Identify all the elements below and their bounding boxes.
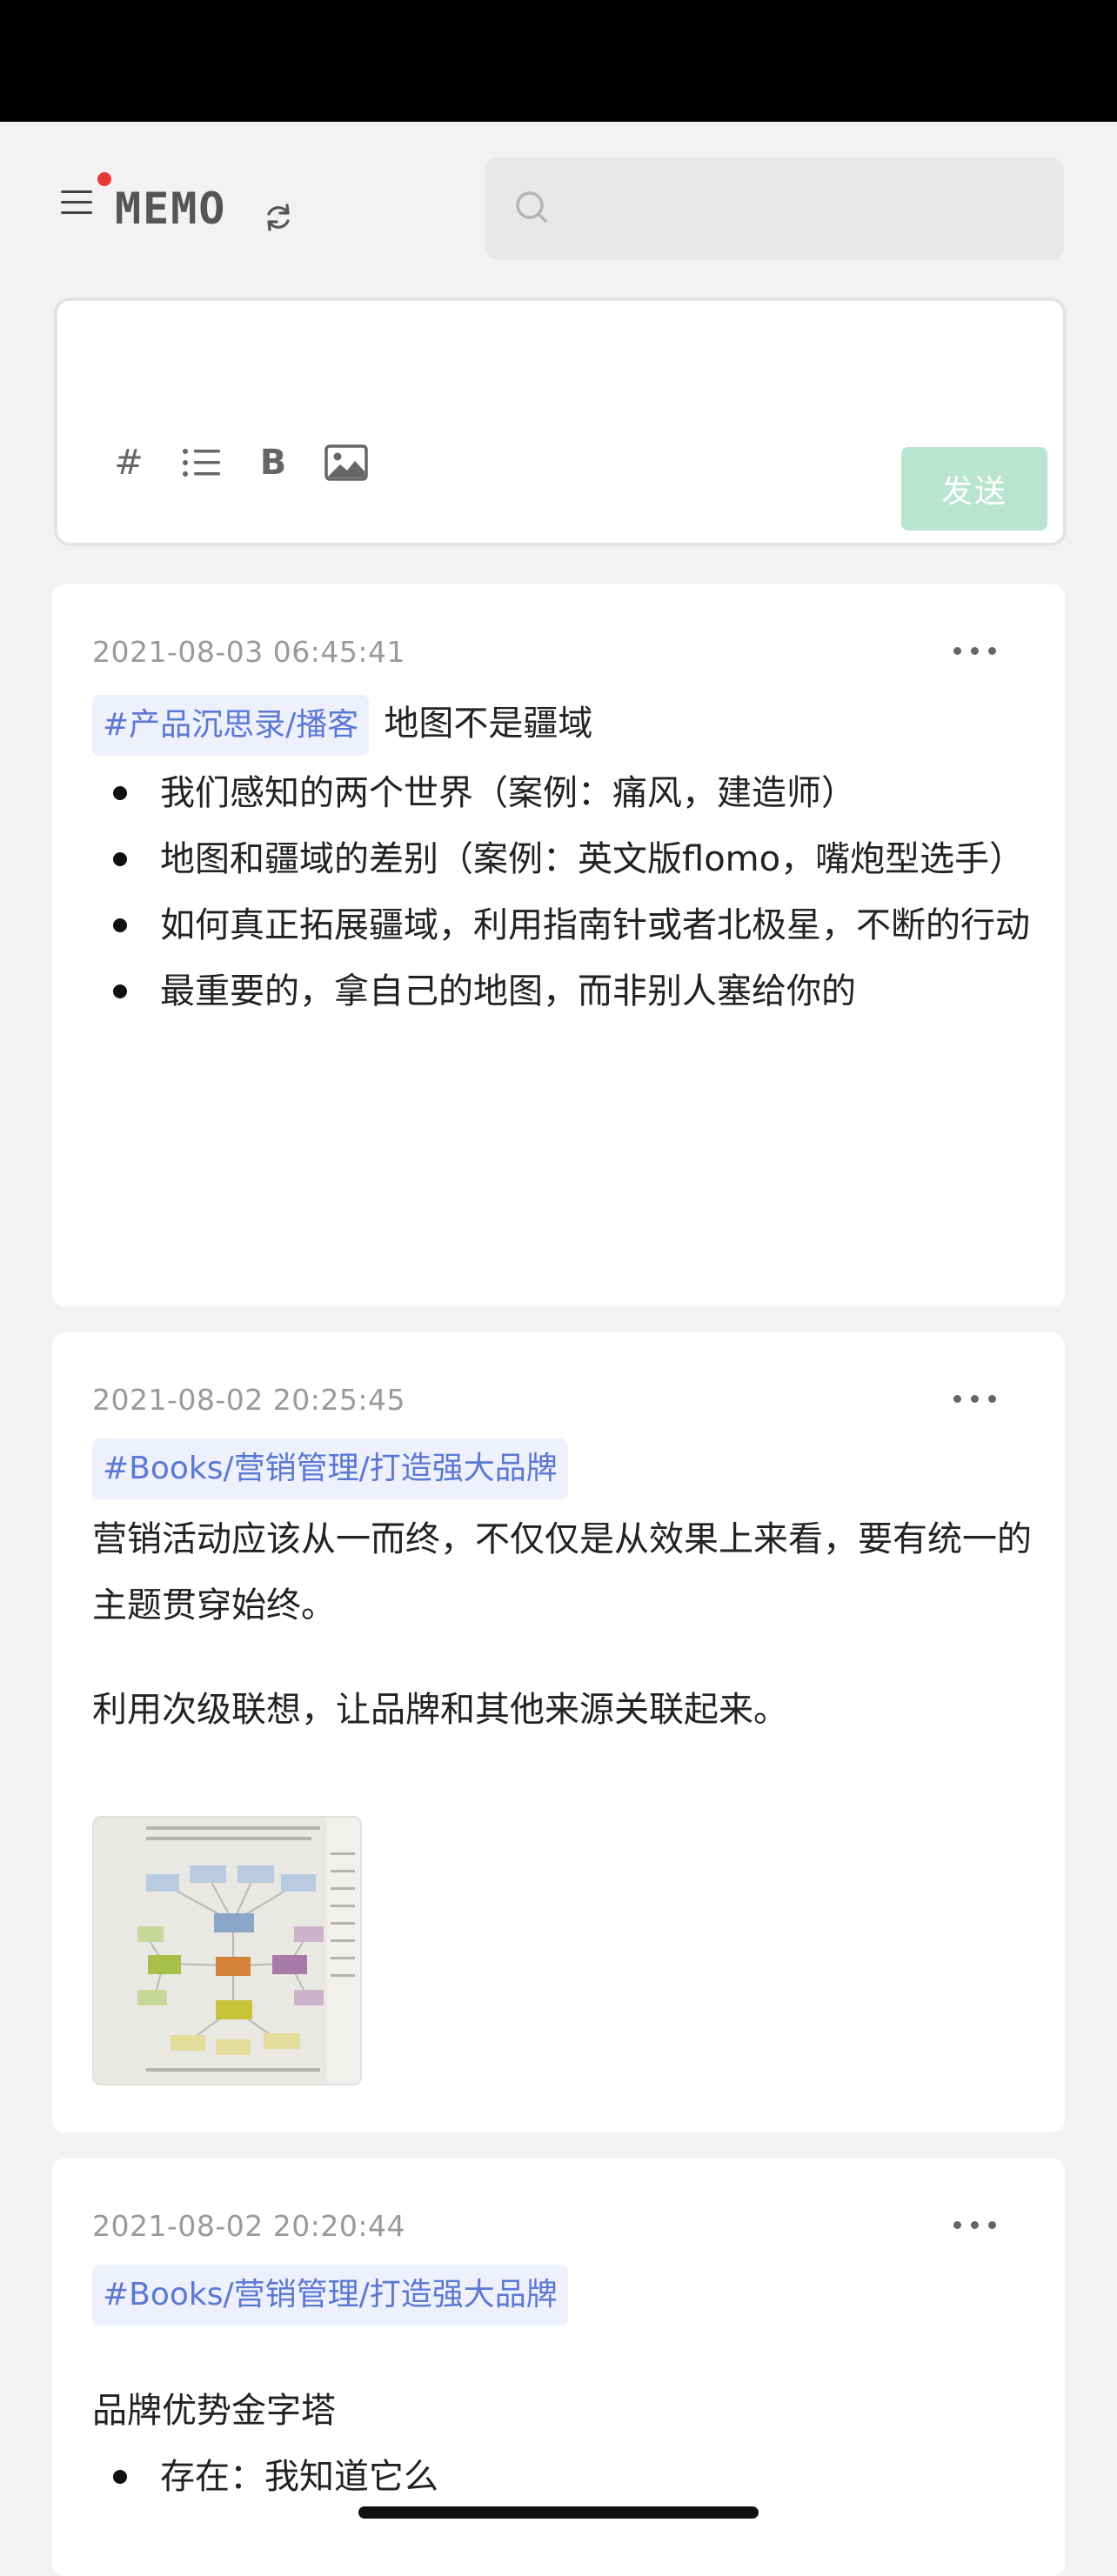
memo-heading: 品牌优势金字塔 <box>92 2391 336 2431</box>
list-item: 最重要的，拿自己的地图，而非别人塞给你的 <box>92 958 1032 1024</box>
memo-tag[interactable]: #Books/营销管理/打造强大品牌 <box>92 1438 568 1499</box>
memo-image-thumbnail[interactable] <box>92 1816 362 2085</box>
more-icon[interactable] <box>945 2209 1011 2239</box>
send-button[interactable]: 发送 <box>901 447 1047 531</box>
image-icon <box>324 444 368 481</box>
memo-bullet-list: 我们感知的两个世界（案例：痛风，建造师） 地图和疆域的差别（案例：英文版flom… <box>92 760 1032 1024</box>
hashtag-button[interactable]: # <box>103 437 155 489</box>
list-button[interactable] <box>176 437 228 489</box>
search-bar[interactable] <box>485 157 1064 260</box>
search-input[interactable] <box>564 175 1037 244</box>
memo-content: #Books/营销管理/打造强大品牌 品牌优势金字塔 存在：我知道它么 <box>92 2265 1032 2510</box>
memo-content: #Books/营销管理/打造强大品牌 营销活动应该从一而终，不仅仅是从效果上来看… <box>92 1438 1032 1743</box>
list-item: 如何真正拓展疆域，利用指南针或者北极星，不断的行动 <box>92 892 1032 958</box>
more-icon[interactable] <box>945 1383 1011 1412</box>
memo-paragraph: 利用次级联想，让品牌和其他来源关联起来。 <box>92 1690 788 1730</box>
memo-card: 2021-08-02 20:25:45 #Books/营销管理/打造强大品牌 营… <box>52 1332 1065 2132</box>
memo-bullet-list: 存在：我知道它么 <box>92 2444 1032 2510</box>
notification-dot <box>97 172 111 186</box>
memo-card: 2021-08-03 06:45:41 #产品沉思录/播客 地图不是疆域 我们感… <box>52 584 1065 1306</box>
home-indicator <box>358 2506 759 2519</box>
bold-button[interactable]: B <box>247 437 299 489</box>
image-button[interactable] <box>318 437 374 489</box>
memo-date: 2021-08-03 06:45:41 <box>92 635 405 669</box>
list-item: 地图和疆域的差别（案例：英文版flomo，嘴炮型选手） <box>92 826 1032 892</box>
memo-tag[interactable]: #Books/营销管理/打造强大品牌 <box>92 2265 568 2326</box>
app: MEMO # B 发送 2021-08-03 06:45:41 #产品沉思录/播… <box>0 122 1117 2576</box>
memo-paragraph: 营销活动应该从一而终，不仅仅是从效果上来看，要有统一的主题贯穿始终。 <box>92 1519 1032 1625</box>
sync-icon[interactable] <box>261 200 296 235</box>
memo-title: 地图不是疆域 <box>384 704 593 744</box>
menu-icon[interactable] <box>59 187 94 222</box>
search-icon <box>516 191 547 223</box>
list-icon <box>183 449 220 477</box>
list-item: 存在：我知道它么 <box>92 2444 1032 2510</box>
memo-editor: # B 发送 <box>54 297 1067 546</box>
memo-content: #产品沉思录/播客 地图不是疆域 我们感知的两个世界（案例：痛风，建造师） 地图… <box>92 691 1032 1024</box>
memo-tag[interactable]: #产品沉思录/播客 <box>92 695 370 756</box>
more-icon[interactable] <box>945 635 1011 664</box>
status-bar <box>0 0 1117 122</box>
memo-date: 2021-08-02 20:20:44 <box>92 2209 405 2243</box>
list-item: 我们感知的两个世界（案例：痛风，建造师） <box>92 760 1032 826</box>
memo-date: 2021-08-02 20:25:45 <box>92 1383 405 1417</box>
memo-input[interactable] <box>92 318 1027 426</box>
mindmap-photo <box>94 1818 360 2084</box>
app-title: MEMO <box>115 184 227 234</box>
